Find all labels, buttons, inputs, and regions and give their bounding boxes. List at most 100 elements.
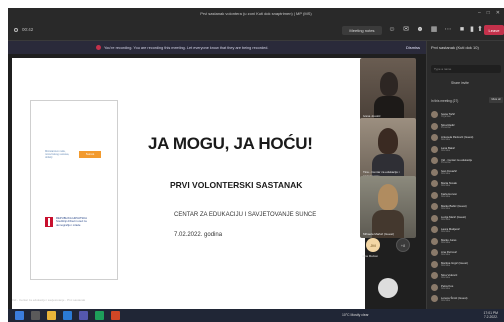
participant-item[interactable]: Marko Juras Attendee: [431, 236, 503, 248]
mute-all-button[interactable]: Mute all: [489, 97, 503, 103]
participant-search-input[interactable]: Type a name: [431, 65, 501, 73]
participant-item[interactable]: Martina Grgić (Guest) Attendee: [431, 259, 503, 271]
participant-meta: Laura Matijević Attendee: [441, 227, 460, 233]
participant-item[interactable]: Nina Vuković Attendee: [431, 270, 503, 282]
weather-widget[interactable]: 10°C Mostly clear: [342, 313, 369, 317]
participant-meta: Lana Bakić Attendee: [441, 146, 455, 152]
sunce-logo: Suncé: [79, 150, 101, 158]
search-icon[interactable]: [31, 311, 40, 320]
dismiss-button[interactable]: Dismiss: [406, 45, 420, 50]
participant-item[interactable]: Marta Novak Attendee: [431, 178, 503, 190]
close-icon[interactable]: ✕: [496, 10, 500, 16]
edge-icon[interactable]: [63, 311, 72, 320]
participant-item[interactable]: Vid - Centar za edukaciju Presenter: [431, 155, 503, 167]
windows-start-icon[interactable]: [15, 311, 24, 320]
participant-item[interactable]: Ivan Kovačić Attendee: [431, 167, 503, 179]
chat-icon[interactable]: ✉: [402, 25, 410, 35]
participant-meta: Ana Petrović Attendee: [441, 250, 457, 256]
share-icon[interactable]: ⬆: [476, 25, 484, 35]
share-invite-button[interactable]: Share invite: [451, 81, 469, 85]
people-icon[interactable]: ☺: [388, 25, 396, 35]
participant-role: Attendee: [441, 242, 451, 245]
leave-button[interactable]: Leave: [484, 25, 504, 35]
rooms-icon[interactable]: ▦: [430, 25, 438, 35]
self-view-avatar[interactable]: [378, 278, 398, 298]
teams-icon[interactable]: [79, 311, 88, 320]
participant-item[interactable]: Laura Matijević Attendee: [431, 224, 503, 236]
participant-meta: Nina Radić Presenter: [441, 123, 455, 129]
participant-meta: Martina Grgić (Guest) Attendee: [441, 261, 468, 267]
participant-item[interactable]: Antonela Pavlović (Guest) Attendee: [431, 132, 503, 144]
avatar[interactable]: JM: [366, 238, 380, 252]
more-participants-badge[interactable]: +8: [396, 238, 410, 252]
video-tile[interactable]: Tina - Centar za edukaciju i savjetovanj…: [360, 118, 416, 180]
participant-item[interactable]: Lucija Marić (Guest) Attendee: [431, 213, 503, 225]
avatar: [431, 122, 438, 130]
maximize-icon[interactable]: □: [487, 10, 490, 16]
video-tile[interactable]: Mihaela Markić (Guest): [360, 176, 416, 238]
participant-role: Presenter: [441, 127, 451, 130]
powerpoint-icon[interactable]: [111, 311, 120, 320]
participant-item[interactable]: Nina Radić Presenter: [431, 121, 503, 133]
participant-role: Attendee: [441, 207, 451, 210]
video-tile[interactable]: Ivana Josotić: [360, 58, 416, 120]
participant-role: Attendee: [441, 219, 451, 222]
participant-meta: Ivana Točić Organiser: [441, 112, 455, 118]
participant-meta: Vid - Centar za edukaciju Presenter: [441, 158, 472, 164]
window-title-bar: Prvi sastanak volontera (u zoni Kuti dok…: [8, 8, 504, 19]
camera-icon[interactable]: ■: [458, 25, 466, 35]
avatar: [431, 249, 438, 257]
avatar: [431, 237, 438, 245]
participant-meta: Lorena Šimić (Guest) Attendee: [441, 296, 467, 302]
avatar: [431, 272, 438, 280]
participant-role: Attendee: [441, 288, 451, 291]
shared-slide: Ministarstvo rada, mirovinskog sustava, …: [12, 58, 365, 310]
mic-icon[interactable]: ▮: [468, 25, 476, 35]
participant-video-head: [380, 72, 398, 96]
presenter-caption: Vid - Centar za edukaciju i savjetovanje…: [12, 298, 86, 302]
meeting-timer: 00:42: [14, 27, 33, 32]
avatar: [431, 157, 438, 165]
reactions-icon[interactable]: ☻: [416, 25, 424, 35]
participants-panel: Prvi sastanak (Kuti dok 10) Type a name …: [426, 41, 504, 309]
panel-header: Prvi sastanak (Kuti dok 10): [431, 45, 479, 50]
government-logo: REPUBLIKA HRVATSKA Središnji državni ure…: [45, 216, 92, 227]
participant-item[interactable]: Karla Horvat Attendee: [431, 190, 503, 202]
participant-meta: Marta Novak Attendee: [441, 181, 457, 187]
participant-role: Attendee: [441, 265, 451, 268]
file-explorer-icon[interactable]: [47, 311, 56, 320]
participant-video-head: [378, 128, 398, 154]
excel-icon[interactable]: [95, 311, 104, 320]
more-icon[interactable]: ⋯: [444, 25, 452, 35]
meeting-notes-button[interactable]: Meeting notes: [342, 26, 382, 35]
slide-date: 7.02.2022. godina: [174, 232, 223, 238]
participant-item[interactable]: Petra Kos Attendee: [431, 282, 503, 294]
participant-role: Attendee: [441, 196, 451, 199]
avatar: [431, 191, 438, 199]
participant-item[interactable]: Lorena Šimić (Guest) Attendee: [431, 293, 503, 305]
participant-role: Attendee: [441, 253, 451, 256]
slide-organisation: CENTAR ZA EDUKACIJU I SAVJETOVANJE SUNCE: [174, 212, 317, 218]
participant-role: Attendee: [441, 138, 451, 141]
system-clock[interactable]: 17:01 PM 7.2.2022.: [483, 311, 498, 319]
participant-item[interactable]: Lana Bakić Attendee: [431, 144, 503, 156]
participant-role: Attendee: [441, 299, 451, 302]
avatar: [431, 168, 438, 176]
avatar: [431, 180, 438, 188]
logo-card: Ministarstvo rada, mirovinskog sustava, …: [30, 100, 118, 280]
participant-role: Attendee: [441, 173, 451, 176]
sponsor-logo: Ministarstvo rada, mirovinskog sustava, …: [45, 147, 103, 161]
avatar: [431, 111, 438, 119]
participant-item[interactable]: Ivana Točić Organiser: [431, 109, 503, 121]
window-controls: – □ ✕: [478, 10, 500, 16]
participant-meta: Marko Juras Attendee: [441, 238, 456, 244]
participant-item[interactable]: Marko Babić (Guest) Attendee: [431, 201, 503, 213]
government-logo-text: REPUBLIKA HRVATSKA Središnji državni ure…: [56, 216, 87, 227]
in-meeting-section[interactable]: In this meeting (27): [431, 99, 458, 103]
leave-label: Leave: [488, 27, 500, 33]
slide-title: JA MOGU, JA HOĆU!: [148, 134, 313, 153]
avatar-row: JM +8 Jana Markan: [360, 236, 416, 258]
minimize-icon[interactable]: –: [478, 10, 481, 16]
shield-icon: [14, 27, 18, 32]
participant-item[interactable]: Ana Petrović Attendee: [431, 247, 503, 259]
